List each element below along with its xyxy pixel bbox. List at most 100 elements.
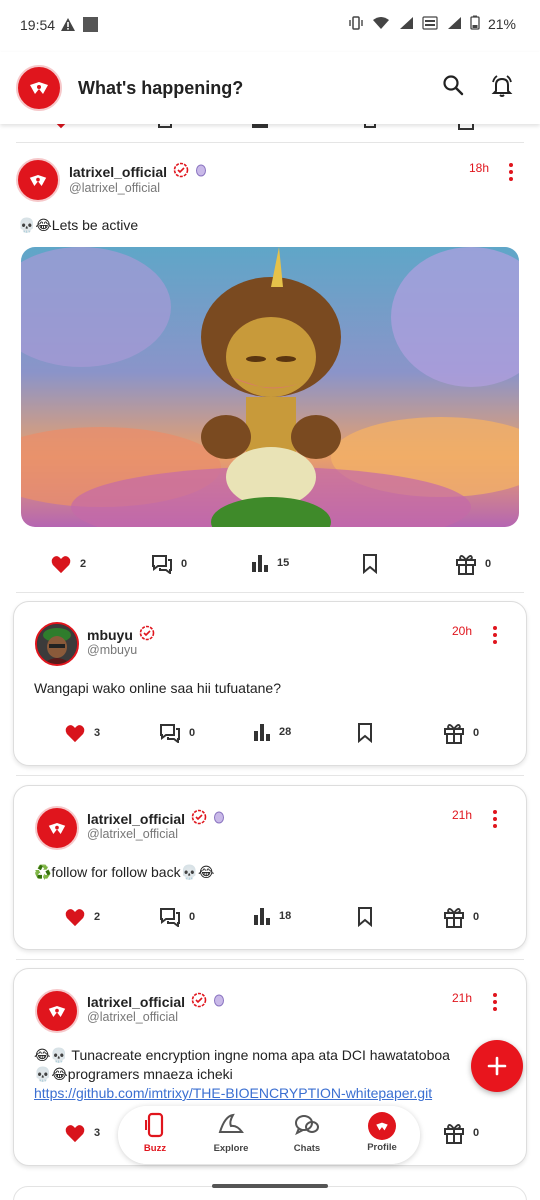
heart-icon	[65, 909, 85, 927]
avatar[interactable]	[35, 806, 79, 850]
gift-count: 0	[485, 558, 492, 570]
post-card[interactable]: mbuyu @mbuyu 20h Wangapi wako online saa…	[13, 601, 527, 766]
previous-post-actions	[0, 124, 540, 132]
comment-button[interactable]: 0	[151, 554, 187, 574]
views-count: 18	[279, 910, 292, 922]
avatar[interactable]	[16, 158, 60, 202]
username-text: latrixel_official	[69, 163, 168, 180]
logo-mark-icon	[48, 1005, 66, 1017]
verified-badge-icon	[191, 809, 207, 828]
more-options-icon[interactable]	[491, 625, 499, 650]
next-post-card[interactable]	[13, 1186, 527, 1200]
more-options-icon[interactable]	[491, 992, 499, 1017]
battery-icon	[470, 15, 480, 33]
post-text: 😂💀 Tunacreate encryption ingne noma apa …	[34, 1046, 454, 1103]
nav-buzz[interactable]: Buzz	[125, 1112, 185, 1154]
more-options-icon[interactable]	[507, 162, 515, 187]
nav-profile[interactable]: Profile	[352, 1112, 412, 1153]
gift-button[interactable]: 0	[443, 906, 479, 928]
verified-badge-icon	[139, 625, 155, 644]
username-text: mbuyu	[87, 626, 133, 643]
chats-icon	[295, 1115, 319, 1136]
like-button[interactable]: 2	[64, 907, 100, 927]
bar-chart-icon	[254, 724, 270, 741]
signal-1-icon	[398, 16, 414, 33]
egg-badge-icon	[213, 993, 225, 1010]
notification-square-icon	[83, 17, 98, 32]
heart-icon	[51, 556, 71, 574]
like-button[interactable]: 3	[64, 1123, 100, 1143]
heart-icon	[65, 725, 85, 743]
bookmark-button[interactable]	[357, 723, 373, 743]
like-button[interactable]: 2	[50, 554, 86, 574]
post-image[interactable]	[21, 247, 519, 527]
like-heart-icon[interactable]	[54, 124, 68, 132]
comment-count: 0	[189, 911, 196, 923]
avatar[interactable]	[35, 989, 79, 1033]
post-text: 💀😂Lets be active	[18, 217, 139, 233]
views-stat: 15	[251, 554, 289, 572]
gift-icon	[444, 908, 464, 928]
post-handle: @mbuyu	[87, 643, 138, 657]
post-text: ♻️follow for follow back💀😂	[34, 864, 215, 880]
nav-chats[interactable]: Chats	[277, 1112, 337, 1154]
feed-divider	[16, 142, 524, 143]
feed-divider	[16, 959, 524, 960]
new-post-button[interactable]	[471, 1040, 523, 1092]
status-bar: 19:54 21%	[0, 0, 540, 52]
post-username[interactable]: latrixel_official	[87, 809, 225, 828]
home-indicator	[212, 1184, 328, 1188]
post-text-line-1: 😂💀 Tunacreate encryption ingne noma apa …	[34, 1047, 450, 1063]
gift-icon	[444, 1124, 464, 1144]
bookmark-button[interactable]	[362, 554, 378, 574]
more-options-icon[interactable]	[491, 809, 499, 834]
like-button[interactable]: 3	[64, 723, 100, 743]
gift-count: 0	[473, 727, 480, 739]
post-username[interactable]: mbuyu	[87, 625, 155, 644]
volte-icon	[422, 15, 438, 33]
bottom-navigation: Buzz Explore Chats Profile	[118, 1106, 420, 1164]
gift-button[interactable]: 0	[443, 1122, 479, 1144]
gift-icon[interactable]	[458, 124, 474, 130]
status-time: 19:54	[20, 17, 56, 33]
post-username[interactable]: latrixel_official	[87, 992, 225, 1011]
gift-button[interactable]: 0	[443, 722, 479, 744]
bookmark-icon	[358, 907, 372, 927]
post-item[interactable]: latrixel_official @latrixel_official 18h…	[0, 150, 540, 590]
post-time: 18h	[469, 161, 490, 175]
comment-icon[interactable]	[158, 124, 172, 128]
gift-button[interactable]: 0	[455, 553, 491, 575]
search-icon[interactable]	[442, 74, 464, 101]
post-card[interactable]: latrixel_official @latrixel_official 21h…	[13, 785, 527, 950]
gift-icon	[456, 555, 476, 575]
nav-buzz-label: Buzz	[143, 1143, 167, 1154]
egg-badge-icon	[213, 810, 225, 827]
app-logo[interactable]	[16, 65, 62, 111]
logo-mark-icon	[30, 82, 48, 94]
post-username[interactable]: latrixel_official	[69, 162, 207, 181]
like-count: 3	[94, 1127, 101, 1139]
battery-percent: 21%	[487, 16, 516, 32]
vibrate-icon	[348, 15, 364, 33]
like-count: 3	[94, 727, 101, 739]
views-stat: 28	[253, 723, 291, 741]
post-link[interactable]: https://github.com/imtrixy/THE-BIOENCRYP…	[34, 1084, 454, 1103]
comment-button[interactable]: 0	[159, 907, 195, 927]
bar-chart-icon	[252, 555, 268, 572]
nav-profile-label: Profile	[367, 1142, 397, 1153]
feed-divider	[16, 592, 524, 593]
nav-explore[interactable]: Explore	[201, 1112, 261, 1154]
bookmark-button[interactable]	[357, 907, 373, 927]
buzz-phone-icon	[145, 1112, 164, 1138]
comment-icon	[160, 908, 180, 927]
signal-2-icon	[446, 16, 462, 33]
notifications-bell-icon[interactable]	[490, 74, 514, 103]
bookmark-icon[interactable]	[364, 124, 376, 128]
logo-mark-icon	[48, 822, 66, 834]
post-handle: @latrixel_official	[87, 827, 178, 841]
comment-button[interactable]: 0	[159, 723, 195, 743]
like-count: 2	[80, 558, 87, 570]
avatar[interactable]	[35, 622, 79, 666]
views-count: 28	[279, 726, 292, 738]
post-time: 21h	[452, 808, 473, 822]
